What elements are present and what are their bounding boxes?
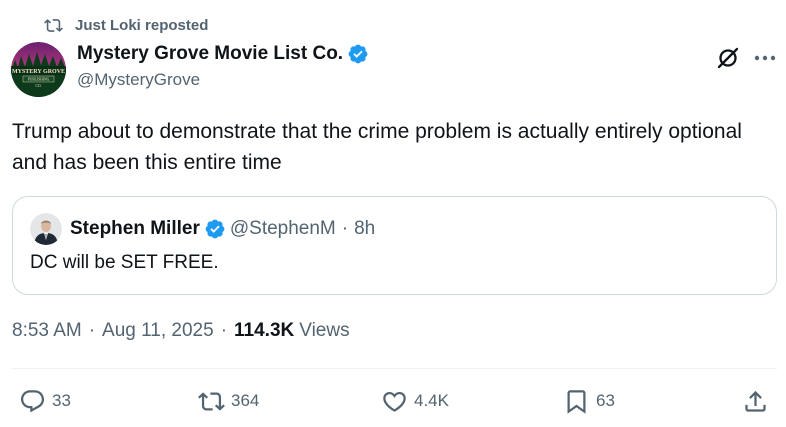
quoted-post-header: Stephen Miller @StephenM · 8h [30,213,375,245]
repost-button[interactable]: 364 [198,386,259,416]
logo-subtitle-text: PUBLISHING [28,78,50,82]
post-date[interactable]: Aug 11, 2025 [102,320,214,342]
repost-icon [44,18,63,32]
quoted-avatar-image [30,213,62,245]
post-time[interactable]: 8:53 AM [12,320,82,342]
quoted-timestamp[interactable]: 8h [354,218,375,240]
bookmark-button[interactable]: 63 [563,386,615,416]
repost-icon [198,391,225,411]
separator-dot: · [88,320,96,341]
share-button[interactable] [742,386,775,416]
quoted-post[interactable]: Stephen Miller @StephenM · 8h DC will be… [12,196,777,295]
quoted-avatar[interactable] [30,213,62,245]
social-context[interactable]: Just Loki reposted [44,14,208,36]
bookmark-count: 63 [596,391,615,410]
logo-co-text: CO. [36,84,42,88]
repost-text: Just Loki reposted [75,16,209,34]
like-count: 4.4K [414,391,449,410]
views-label: Views [299,320,350,341]
author-block: Mystery Grove Movie List Co. @MysteryGro… [77,42,369,90]
separator-dot: · [220,320,228,341]
bookmark-icon [567,389,586,414]
quoted-author-name[interactable]: Stephen Miller [70,218,200,240]
like-button[interactable]: 4.4K [381,386,449,416]
views-count: 114.3K [234,320,295,341]
more-button[interactable] [752,45,778,71]
reply-icon [20,389,45,412]
repost-count: 364 [231,391,260,410]
post-meta: 8:53 AM · Aug 11, 2025 · 114.3K Views [12,320,350,342]
post-text: Trump about to demonstrate that the crim… [12,120,742,174]
avatar[interactable]: MYSTERY GROVE PUBLISHING CO. [11,42,66,97]
divider [12,368,777,369]
verified-badge-icon [348,44,368,64]
author-name[interactable]: Mystery Grove Movie List Co. [77,43,343,65]
grok-button[interactable] [715,45,741,71]
logo-title-text: MYSTERY GROVE [12,69,65,75]
reply-count: 33 [52,391,71,410]
author-handle[interactable]: @MysteryGrove [77,70,369,90]
reply-button[interactable]: 33 [19,386,71,416]
grok-icon [717,47,739,69]
quoted-author-handle[interactable]: @StephenM [230,218,336,240]
like-icon [383,391,406,412]
quoted-post-text: DC will be SET FREE. [30,252,219,273]
verified-badge-icon [205,219,225,239]
mystery-grove-logo: MYSTERY GROVE PUBLISHING CO. [11,42,66,97]
separator-dot: · [341,218,349,239]
more-icon [754,55,776,61]
share-icon [745,390,766,412]
